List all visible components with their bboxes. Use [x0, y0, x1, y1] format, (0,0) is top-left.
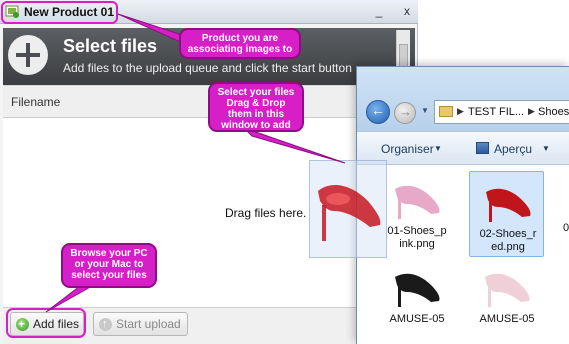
breadcrumb-item[interactable]: TEST FIL... — [468, 106, 524, 118]
breadcrumb-separator-icon[interactable]: ▶ — [528, 106, 535, 117]
shoe-image — [395, 185, 440, 219]
chevron-down-icon[interactable]: ▼ — [434, 144, 442, 153]
minimize-button[interactable]: _ — [372, 3, 386, 19]
browse-callout: Browse your PC or your Mac to select you… — [61, 243, 157, 288]
breadcrumb-item[interactable]: Shoes — [538, 106, 569, 118]
explorer-toolbar: Organiser ▼ Aperçu ▼ — [357, 131, 569, 165]
column-filename[interactable]: Filename — [11, 95, 60, 109]
close-button[interactable]: x — [400, 3, 414, 19]
file-thumbnail[interactable]: 02-Shoes_r ed.png — [469, 171, 544, 257]
shoe-image — [485, 273, 530, 307]
preview-menu[interactable]: Aperçu — [494, 142, 532, 156]
select-files-title: Select files — [63, 36, 158, 56]
shoe-image — [395, 273, 440, 307]
start-upload-label: Start upload — [116, 317, 181, 331]
view-icon — [476, 142, 489, 154]
partial-file-label: 0 — [563, 222, 569, 234]
folder-icon — [439, 106, 453, 117]
select-files-instructions: Add files to the upload queue and click … — [63, 61, 352, 75]
drop-hint: Drag files here. — [225, 206, 307, 220]
dragged-file-ghost — [309, 160, 387, 258]
back-arrow-icon[interactable] — [366, 100, 390, 124]
product-title-highlight — [1, 1, 118, 24]
forward-arrow-icon[interactable] — [394, 102, 416, 124]
plus-icon[interactable] — [8, 35, 48, 75]
organise-menu[interactable]: Organiser — [381, 142, 434, 156]
history-dropdown-icon[interactable]: ▼ — [421, 106, 431, 118]
add-files-highlight — [6, 308, 86, 338]
file-thumbnail[interactable]: 01-Shoes_p ink.png — [379, 169, 454, 255]
file-name-label: 02-Shoes_r ed.png — [479, 228, 537, 253]
file-thumbnail[interactable]: AMUSE-05 — [469, 257, 544, 343]
red-shoe-image — [318, 185, 381, 241]
address-bar[interactable]: ▶ TEST FIL... ▶ Shoes — [434, 100, 569, 124]
file-name-label: 01-Shoes_p ink.png — [387, 225, 447, 250]
shoe-image — [486, 188, 531, 222]
drag-drop-callout: Select your files Drag & Drop them in th… — [208, 82, 304, 132]
upload-icon — [99, 313, 112, 335]
explorer-navigation-bar: ▼ ▶ TEST FIL... ▶ Shoes — [357, 67, 569, 131]
file-thumbnail[interactable]: AMUSE-05 — [379, 257, 454, 343]
file-name-label: AMUSE-05 — [389, 313, 445, 325]
product-callout: Product you are associating images to — [179, 28, 301, 59]
chevron-down-icon[interactable]: ▼ — [542, 144, 550, 153]
file-name-label: AMUSE-05 — [479, 313, 535, 325]
breadcrumb-separator-icon[interactable]: ▶ — [457, 106, 464, 117]
start-upload-button[interactable]: Start upload — [93, 312, 188, 336]
